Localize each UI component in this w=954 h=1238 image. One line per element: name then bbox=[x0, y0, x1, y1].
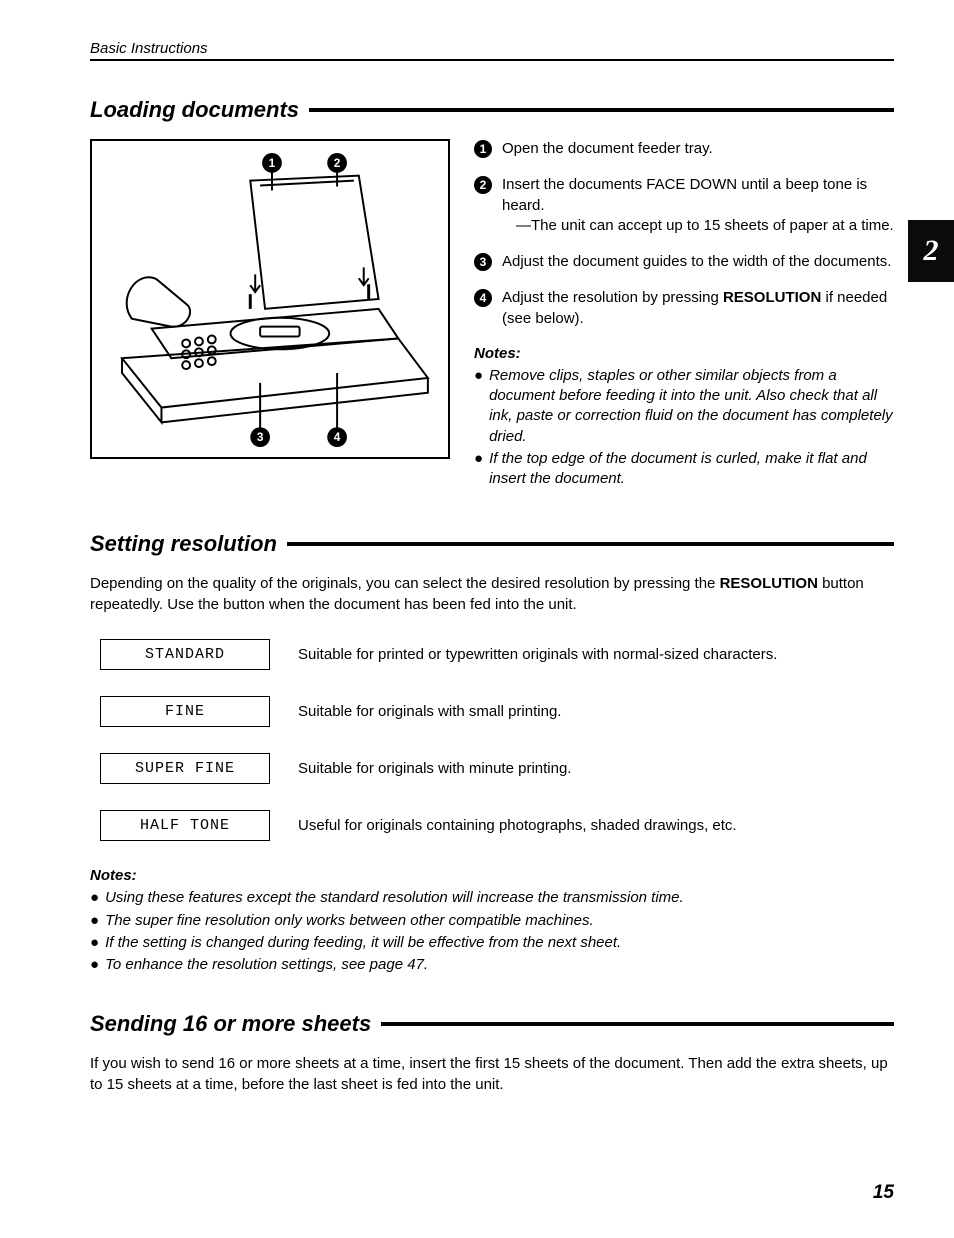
section-title-text: Setting resolution bbox=[90, 531, 277, 557]
title-rule bbox=[309, 108, 894, 112]
loading-steps: 1 Open the document feeder tray. 2 Inser… bbox=[474, 139, 894, 491]
step-sub: —The unit can accept up to 15 sheets of … bbox=[516, 216, 894, 236]
resolution-option-box: STANDARD bbox=[100, 639, 270, 670]
t: Adjust the resolution by pressing bbox=[502, 289, 723, 306]
note-text: If the setting is changed during feeding… bbox=[105, 933, 621, 953]
note-text: The super fine resolution only works bet… bbox=[105, 911, 594, 931]
resolution-option-box: FINE bbox=[100, 696, 270, 727]
step-3: 3 Adjust the document guides to the widt… bbox=[474, 252, 894, 272]
running-header: Basic Instructions bbox=[90, 40, 894, 61]
title-rule bbox=[381, 1022, 894, 1026]
t-bold: RESOLUTION bbox=[723, 289, 821, 306]
fax-diagram: 1 2 3 4 bbox=[90, 139, 450, 459]
resolution-row: HALF TONE Useful for originals containin… bbox=[90, 810, 894, 841]
t: Depending on the quality of the original… bbox=[90, 575, 720, 592]
resolution-desc: Suitable for printed or typewritten orig… bbox=[298, 646, 894, 663]
note-text: If the top edge of the document is curle… bbox=[489, 449, 894, 490]
step-number-icon: 2 bbox=[474, 176, 492, 194]
title-rule bbox=[287, 542, 894, 546]
notes-heading: Notes: bbox=[474, 345, 894, 362]
note-item: ●The super fine resolution only works be… bbox=[90, 911, 894, 931]
section-title-loading: Loading documents bbox=[90, 97, 894, 123]
resolution-desc: Useful for originals containing photogra… bbox=[298, 817, 894, 834]
resolution-intro: Depending on the quality of the original… bbox=[90, 573, 894, 615]
section-title-text: Loading documents bbox=[90, 97, 299, 123]
step-2: 2 Insert the documents FACE DOWN until a… bbox=[474, 175, 894, 236]
resolution-row: STANDARD Suitable for printed or typewri… bbox=[90, 639, 894, 670]
step-1: 1 Open the document feeder tray. bbox=[474, 139, 894, 159]
resolution-option-box: SUPER FINE bbox=[100, 753, 270, 784]
note-item: ●To enhance the resolution settings, see… bbox=[90, 955, 894, 975]
svg-text:2: 2 bbox=[334, 156, 341, 170]
step-number-icon: 1 bbox=[474, 140, 492, 158]
section-title-resolution: Setting resolution bbox=[90, 531, 894, 557]
section-title-sending: Sending 16 or more sheets bbox=[90, 1011, 894, 1037]
t-bold: RESOLUTION bbox=[720, 575, 818, 592]
note-item: ●Using these features except the standar… bbox=[90, 888, 894, 908]
resolution-desc: Suitable for originals with small printi… bbox=[298, 703, 894, 720]
svg-text:4: 4 bbox=[334, 430, 341, 444]
step-text: Adjust the resolution by pressing RESOLU… bbox=[502, 288, 894, 329]
chapter-tab: 2 bbox=[908, 220, 954, 282]
resolution-desc: Suitable for originals with minute print… bbox=[298, 760, 894, 777]
step-number-icon: 3 bbox=[474, 253, 492, 271]
sending-body: If you wish to send 16 or more sheets at… bbox=[90, 1053, 894, 1095]
step-text: Insert the documents FACE DOWN until a b… bbox=[502, 175, 894, 236]
note-text: Remove clips, staples or other similar o… bbox=[489, 366, 894, 447]
svg-text:3: 3 bbox=[257, 430, 264, 444]
note-text: To enhance the resolution settings, see … bbox=[105, 955, 428, 975]
note-item: ●If the setting is changed during feedin… bbox=[90, 933, 894, 953]
step-text: Adjust the document guides to the width … bbox=[502, 252, 894, 272]
svg-text:1: 1 bbox=[269, 156, 276, 170]
step-main: Insert the documents FACE DOWN until a b… bbox=[502, 176, 867, 213]
note-item: ●Remove clips, staples or other similar … bbox=[474, 366, 894, 447]
resolution-row: FINE Suitable for originals with small p… bbox=[90, 696, 894, 727]
fax-machine-illustration: 1 2 3 4 bbox=[102, 151, 438, 447]
note-item: ●If the top edge of the document is curl… bbox=[474, 449, 894, 490]
step-text: Open the document feeder tray. bbox=[502, 139, 894, 159]
resolution-option-box: HALF TONE bbox=[100, 810, 270, 841]
notes-heading: Notes: bbox=[90, 867, 894, 884]
note-text: Using these features except the standard… bbox=[105, 888, 684, 908]
step-number-icon: 4 bbox=[474, 289, 492, 307]
resolution-row: SUPER FINE Suitable for originals with m… bbox=[90, 753, 894, 784]
section-title-text: Sending 16 or more sheets bbox=[90, 1011, 371, 1037]
page-number: 15 bbox=[873, 1182, 894, 1204]
step-4: 4 Adjust the resolution by pressing RESO… bbox=[474, 288, 894, 329]
